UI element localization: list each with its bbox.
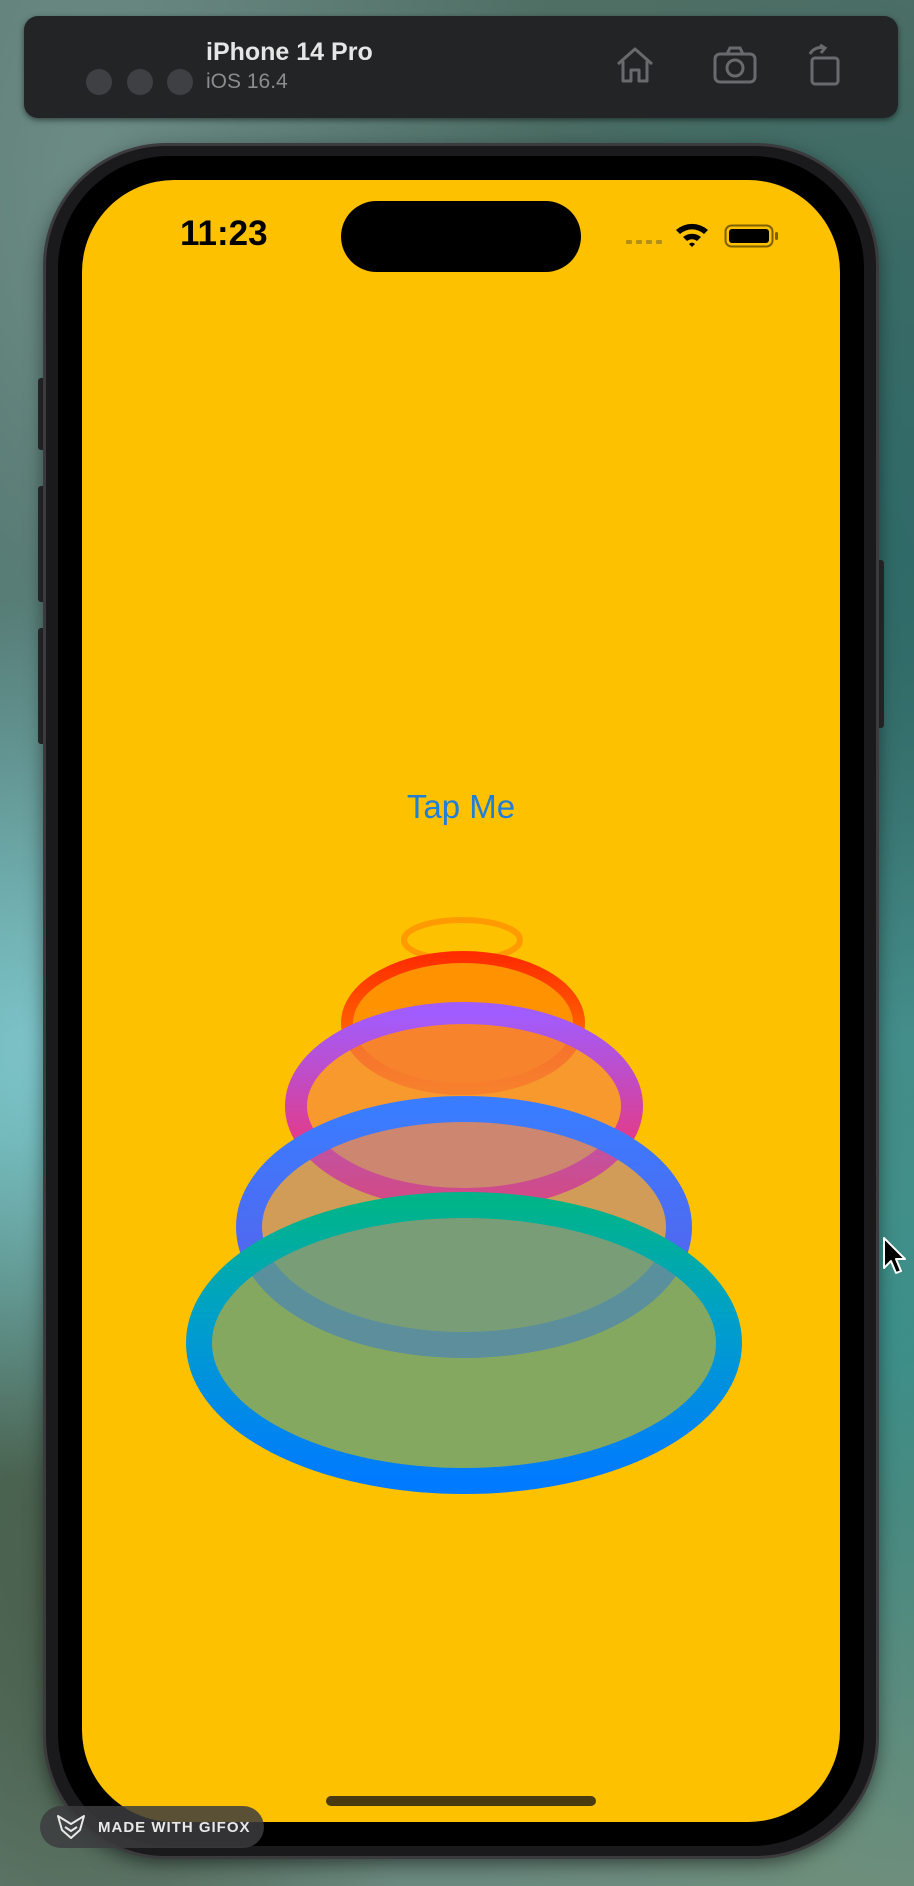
action-switch bbox=[38, 378, 46, 450]
close-window-button[interactable] bbox=[86, 69, 112, 95]
home-icon[interactable] bbox=[612, 44, 658, 86]
ring-4 bbox=[186, 1192, 742, 1494]
volume-down-button bbox=[38, 628, 46, 744]
simulator-toolbar bbox=[24, 16, 898, 118]
screenshot-icon[interactable] bbox=[712, 44, 758, 86]
volume-up-button bbox=[38, 486, 46, 602]
gifox-watermark: MADE WITH GIFOX bbox=[40, 1806, 264, 1848]
animated-rings bbox=[186, 917, 742, 1494]
mouse-cursor-icon bbox=[883, 1237, 906, 1274]
rotate-icon[interactable] bbox=[802, 44, 848, 86]
phone-screen: 11:23 Tap Me bbox=[82, 180, 840, 1822]
home-indicator[interactable] bbox=[326, 1796, 596, 1806]
os-version: iOS 16.4 bbox=[206, 70, 288, 93]
zoom-window-button[interactable] bbox=[167, 69, 193, 95]
power-button bbox=[876, 560, 884, 728]
watermark-label: MADE WITH GIFOX bbox=[98, 1818, 251, 1836]
device-name: iPhone 14 Pro bbox=[206, 38, 373, 66]
gifox-fox-icon bbox=[57, 1815, 85, 1839]
minimize-window-button[interactable] bbox=[127, 69, 153, 95]
